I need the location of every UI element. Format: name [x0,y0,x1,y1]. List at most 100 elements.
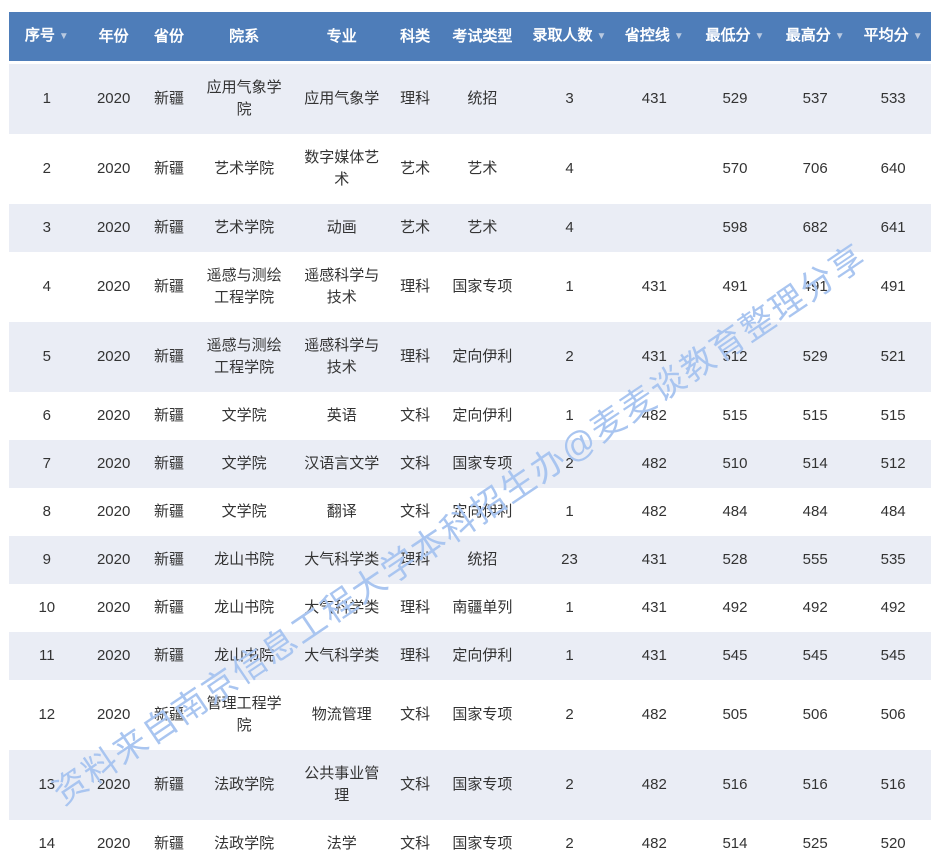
cell-avg: 512 [855,440,931,488]
cell-year: 2020 [85,820,143,868]
cell-province: 新疆 [143,632,196,680]
cell-cutoff: 482 [614,750,695,820]
cell-subject: 理科 [391,322,440,392]
cell-admitted: 1 [525,632,614,680]
column-label: 省份 [154,28,184,45]
cell-admitted: 1 [525,392,614,440]
cell-examtype: 统招 [440,536,526,584]
table-row: 82020新疆文学院翻译文科定向伊利1482484484484 [9,488,931,536]
cell-examtype: 定向伊利 [440,632,526,680]
cell-cutoff: 431 [614,322,695,392]
column-header-subject: 科类 [391,12,440,63]
cell-major: 应用气象学 [293,63,391,135]
table-row: 12020新疆应用气象学院应用气象学理科统招3431529537533 [9,63,931,135]
cell-cutoff: 431 [614,536,695,584]
sort-arrow-icon[interactable]: ▼ [835,31,845,42]
table-row: 92020新疆龙山书院大气科学类理科统招23431528555535 [9,536,931,584]
cell-admitted: 3 [525,63,614,135]
cell-index: 10 [9,584,85,632]
cell-major: 翻译 [293,488,391,536]
column-label: 专业 [327,28,357,45]
cell-province: 新疆 [143,440,196,488]
table-row: 62020新疆文学院英语文科定向伊利1482515515515 [9,392,931,440]
header-row: 序号▼年份省份院系专业科类考试类型录取人数▼省控线▼最低分▼最高分▼平均分▼ [9,12,931,63]
cell-index: 12 [9,680,85,750]
cell-min: 491 [695,252,775,322]
cell-department: 文学院 [195,488,293,536]
cell-admitted: 1 [525,488,614,536]
table-body: 12020新疆应用气象学院应用气象学理科统招343152953753322020… [9,63,931,868]
column-label: 最低分 [706,27,751,44]
column-header-year: 年份 [85,12,143,63]
sort-arrow-icon[interactable]: ▼ [674,31,684,42]
cell-admitted: 2 [525,750,614,820]
cell-major: 物流管理 [293,680,391,750]
cell-min: 515 [695,392,775,440]
cell-examtype: 国家专项 [440,680,526,750]
cell-min: 484 [695,488,775,536]
column-label: 省控线 [625,27,670,44]
table-row: 52020新疆遥感与测绘工程学院遥感科学与技术理科定向伊利24315125295… [9,322,931,392]
cell-cutoff: 482 [614,392,695,440]
cell-index: 7 [9,440,85,488]
column-header-min[interactable]: 最低分 ▼ [695,12,775,63]
column-header-major: 专业 [293,12,391,63]
cell-department: 遥感与测绘工程学院 [195,252,293,322]
cell-index: 4 [9,252,85,322]
column-header-avg[interactable]: 平均分▼ [855,12,931,63]
cell-year: 2020 [85,204,143,252]
cell-subject: 文科 [391,392,440,440]
cell-department: 龙山书院 [195,584,293,632]
column-label: 最高分 [786,27,831,44]
cell-max: 514 [775,440,855,488]
cell-max: 515 [775,392,855,440]
cell-index: 8 [9,488,85,536]
cell-subject: 理科 [391,632,440,680]
column-label: 考试类型 [452,28,512,45]
cell-province: 新疆 [143,322,196,392]
cell-max: 506 [775,680,855,750]
sort-arrow-icon[interactable]: ▼ [597,31,607,42]
cell-min: 528 [695,536,775,584]
column-label: 录取人数 [533,27,593,44]
cell-major: 大气科学类 [293,536,391,584]
cell-avg: 640 [855,134,931,204]
cell-year: 2020 [85,488,143,536]
cell-index: 9 [9,536,85,584]
column-label: 序号 [25,27,55,44]
cell-index: 3 [9,204,85,252]
sort-arrow-icon[interactable]: ▼ [913,31,923,42]
cell-province: 新疆 [143,204,196,252]
table-row: 72020新疆文学院汉语言文学文科国家专项2482510514512 [9,440,931,488]
cell-department: 龙山书院 [195,536,293,584]
cell-index: 2 [9,134,85,204]
cell-index: 6 [9,392,85,440]
column-header-cutoff[interactable]: 省控线 ▼ [614,12,695,63]
cell-avg: 516 [855,750,931,820]
column-header-max[interactable]: 最高分 ▼ [775,12,855,63]
cell-cutoff: 482 [614,440,695,488]
cell-province: 新疆 [143,63,196,135]
cell-avg: 491 [855,252,931,322]
cell-min: 570 [695,134,775,204]
cell-major: 英语 [293,392,391,440]
column-header-examtype: 考试类型 [440,12,526,63]
column-header-index[interactable]: 序号 ▼ [9,12,85,63]
cell-subject: 理科 [391,584,440,632]
sort-arrow-icon[interactable]: ▼ [755,31,765,42]
sort-arrow-icon[interactable]: ▼ [59,31,69,42]
cell-admitted: 4 [525,134,614,204]
cell-min: 516 [695,750,775,820]
cell-index: 13 [9,750,85,820]
cell-cutoff [614,204,695,252]
column-header-admitted[interactable]: 录取人数 ▼ [525,12,614,63]
cell-examtype: 定向伊利 [440,322,526,392]
cell-admitted: 2 [525,680,614,750]
cell-admitted: 4 [525,204,614,252]
cell-province: 新疆 [143,680,196,750]
column-header-department: 院系 [195,12,293,63]
cell-cutoff: 431 [614,63,695,135]
column-label: 院系 [229,28,259,45]
cell-subject: 文科 [391,488,440,536]
page: 序号▼年份省份院系专业科类考试类型录取人数▼省控线▼最低分▼最高分▼平均分▼ 1… [0,0,931,863]
